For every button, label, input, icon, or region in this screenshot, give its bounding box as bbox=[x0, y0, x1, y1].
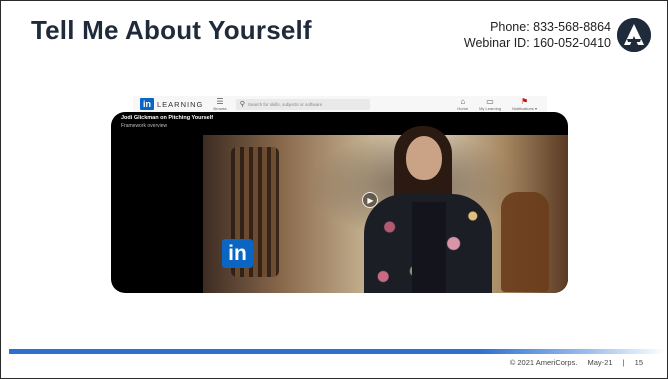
nav-notifications[interactable]: ⚑ Notifications ▾ bbox=[512, 96, 537, 111]
video-title: Jodi Glickman on Pitching Yourself bbox=[121, 115, 214, 121]
play-icon: ▶ bbox=[367, 195, 374, 205]
contact-info: Phone: 833-568-8864 Webinar ID: 160-052-… bbox=[464, 19, 611, 51]
footer-separator: | bbox=[622, 358, 625, 367]
play-button[interactable]: ▶ bbox=[362, 192, 378, 208]
search-placeholder: Search for skills, subjects or software bbox=[247, 101, 323, 107]
nav-home[interactable]: ⌂ Home bbox=[457, 96, 469, 111]
browse-button[interactable]: ☰ Browse bbox=[213, 96, 227, 111]
nav-my-learning[interactable]: ▭ My Learning bbox=[479, 96, 502, 111]
home-icon: ⌂ bbox=[460, 96, 466, 106]
video-subtitle: Framework overview bbox=[121, 123, 168, 129]
video-player[interactable]: in ▶ Jodi Glickman on Pitching Yourself … bbox=[111, 112, 568, 293]
bell-icon: ⚑ bbox=[520, 96, 529, 106]
slide: Tell Me About Yourself Phone: 833-568-88… bbox=[0, 0, 668, 379]
browse-label: Browse bbox=[213, 105, 227, 111]
search-input[interactable]: ⚲ Search for skills, subjects or softwar… bbox=[235, 98, 370, 110]
linkedin-learning-logo[interactable]: in LEARNING bbox=[140, 98, 203, 110]
linkedin-learning-topbar: in LEARNING ☰ Browse ⚲ Search for skills… bbox=[133, 96, 547, 113]
top-nav: ⌂ Home ▭ My Learning ⚑ Notifications ▾ bbox=[457, 96, 537, 111]
footer: © 2021 AmeriCorps. May-21 | 15 bbox=[502, 358, 643, 367]
presenter bbox=[356, 124, 506, 293]
linkedin-in-icon: in bbox=[140, 98, 154, 110]
book-icon: ▭ bbox=[486, 96, 494, 106]
footer-copyright: © 2021 AmeriCorps. bbox=[509, 358, 578, 367]
page-number: 15 bbox=[634, 358, 643, 367]
menu-icon: ☰ bbox=[216, 96, 224, 106]
webinar-id: Webinar ID: 160-052-0410 bbox=[463, 36, 611, 50]
phone-number: Phone: 833-568-8864 bbox=[490, 20, 611, 34]
nav-home-label: Home bbox=[457, 105, 469, 111]
linkedin-badge-icon: in bbox=[222, 239, 253, 268]
footer-date: May-21 bbox=[587, 358, 613, 367]
learning-wordmark: LEARNING bbox=[157, 99, 204, 109]
linkedin-learning-embed: in LEARNING ☰ Browse ⚲ Search for skills… bbox=[111, 96, 568, 293]
nav-notifications-label: Notifications ▾ bbox=[512, 105, 537, 111]
nav-my-learning-label: My Learning bbox=[479, 105, 502, 111]
search-icon: ⚲ bbox=[239, 101, 245, 108]
chair-right bbox=[501, 192, 549, 292]
slide-title: Tell Me About Yourself bbox=[31, 15, 312, 45]
footer-accent-bar bbox=[9, 349, 479, 354]
americorps-logo-icon bbox=[617, 18, 651, 52]
footer-accent-fade bbox=[479, 349, 665, 354]
